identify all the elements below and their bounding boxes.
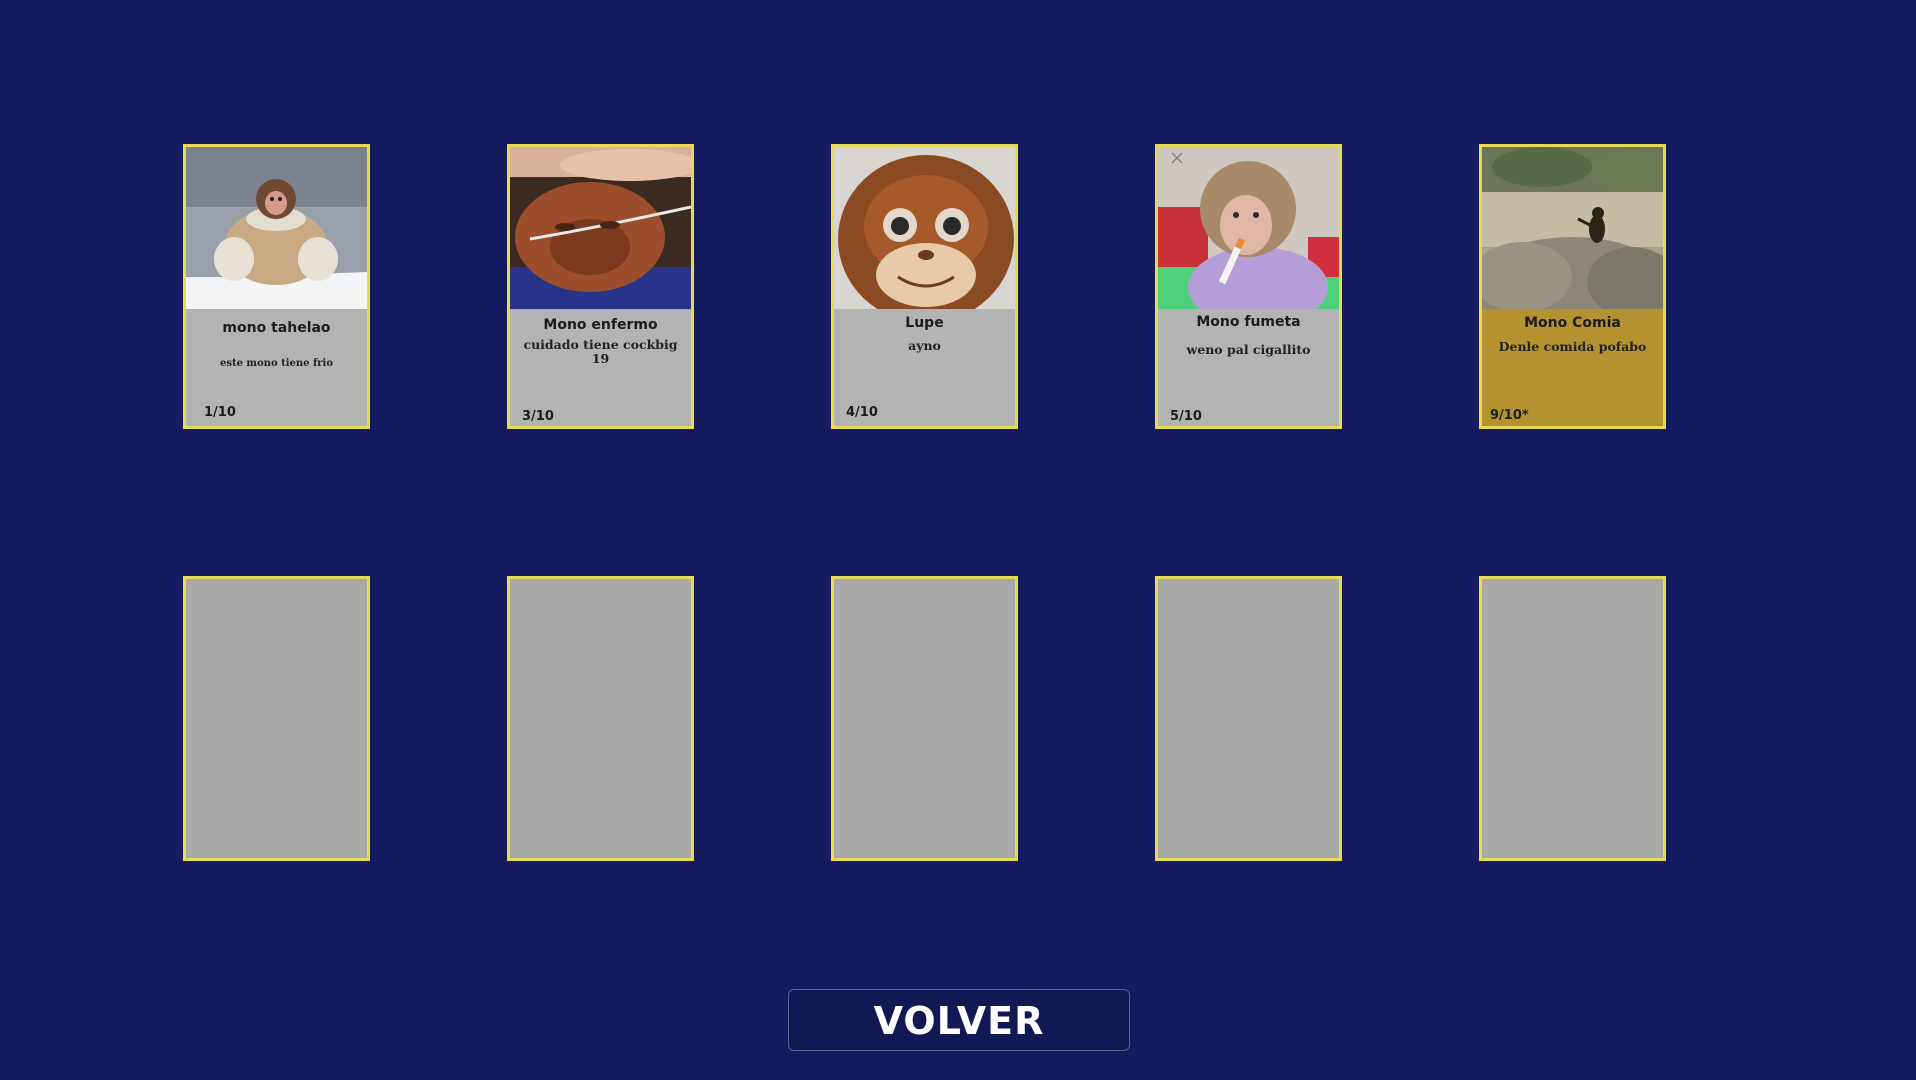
card-description: Denle comida pofabo [1498, 339, 1647, 354]
locked-card-slot[interactable] [183, 576, 370, 861]
card-name: Lupe [905, 315, 944, 331]
card-rarity: 4/10 [846, 405, 878, 420]
monkey-in-coat-photo [186, 147, 367, 309]
card-rarity: 5/10 [1170, 409, 1202, 424]
smoking-monkey-photo [1158, 147, 1339, 309]
card-rarity: 3/10 [522, 409, 554, 424]
card-rarity: 1/10 [204, 405, 236, 420]
card-name: Mono enfermo [543, 317, 658, 333]
monkey-on-rocks-photo [1482, 147, 1663, 309]
card-collection-screen: mono tahelao este mono tiene frio 1/10 M… [0, 0, 1916, 1080]
locked-card-slot[interactable] [831, 576, 1018, 861]
card-mono-fumeta[interactable]: Mono fumeta weno pal cigallito 5/10 [1155, 144, 1342, 429]
card-description: cuidado tiene cockbig 19 [523, 337, 678, 366]
locked-card-slot[interactable] [1155, 576, 1342, 861]
card-mono-comia[interactable]: Mono Comia Denle comida pofabo 9/10* [1479, 144, 1666, 429]
card-description: weno pal cigallito [1186, 342, 1311, 357]
volver-button[interactable]: VOLVER [788, 989, 1130, 1051]
card-mono-enfermo[interactable]: Mono enfermo cuidado tiene cockbig 19 3/… [507, 144, 694, 429]
locked-card-slot[interactable] [1479, 576, 1666, 861]
card-name: Mono Comia [1524, 315, 1621, 331]
card-lupe[interactable]: Lupe ayno 4/10 [831, 144, 1018, 429]
card-description: este mono tiene frio [219, 358, 334, 369]
card-mono-tahelao[interactable]: mono tahelao este mono tiene frio 1/10 [183, 144, 370, 429]
card-name: Mono fumeta [1196, 314, 1301, 330]
plush-monkey-photo [834, 147, 1015, 309]
card-description: ayno [908, 338, 941, 353]
locked-card-slot[interactable] [507, 576, 694, 861]
card-rarity: 9/10* [1490, 408, 1529, 423]
card-name: mono tahelao [222, 320, 331, 336]
sick-orangutan-photo [510, 147, 691, 309]
